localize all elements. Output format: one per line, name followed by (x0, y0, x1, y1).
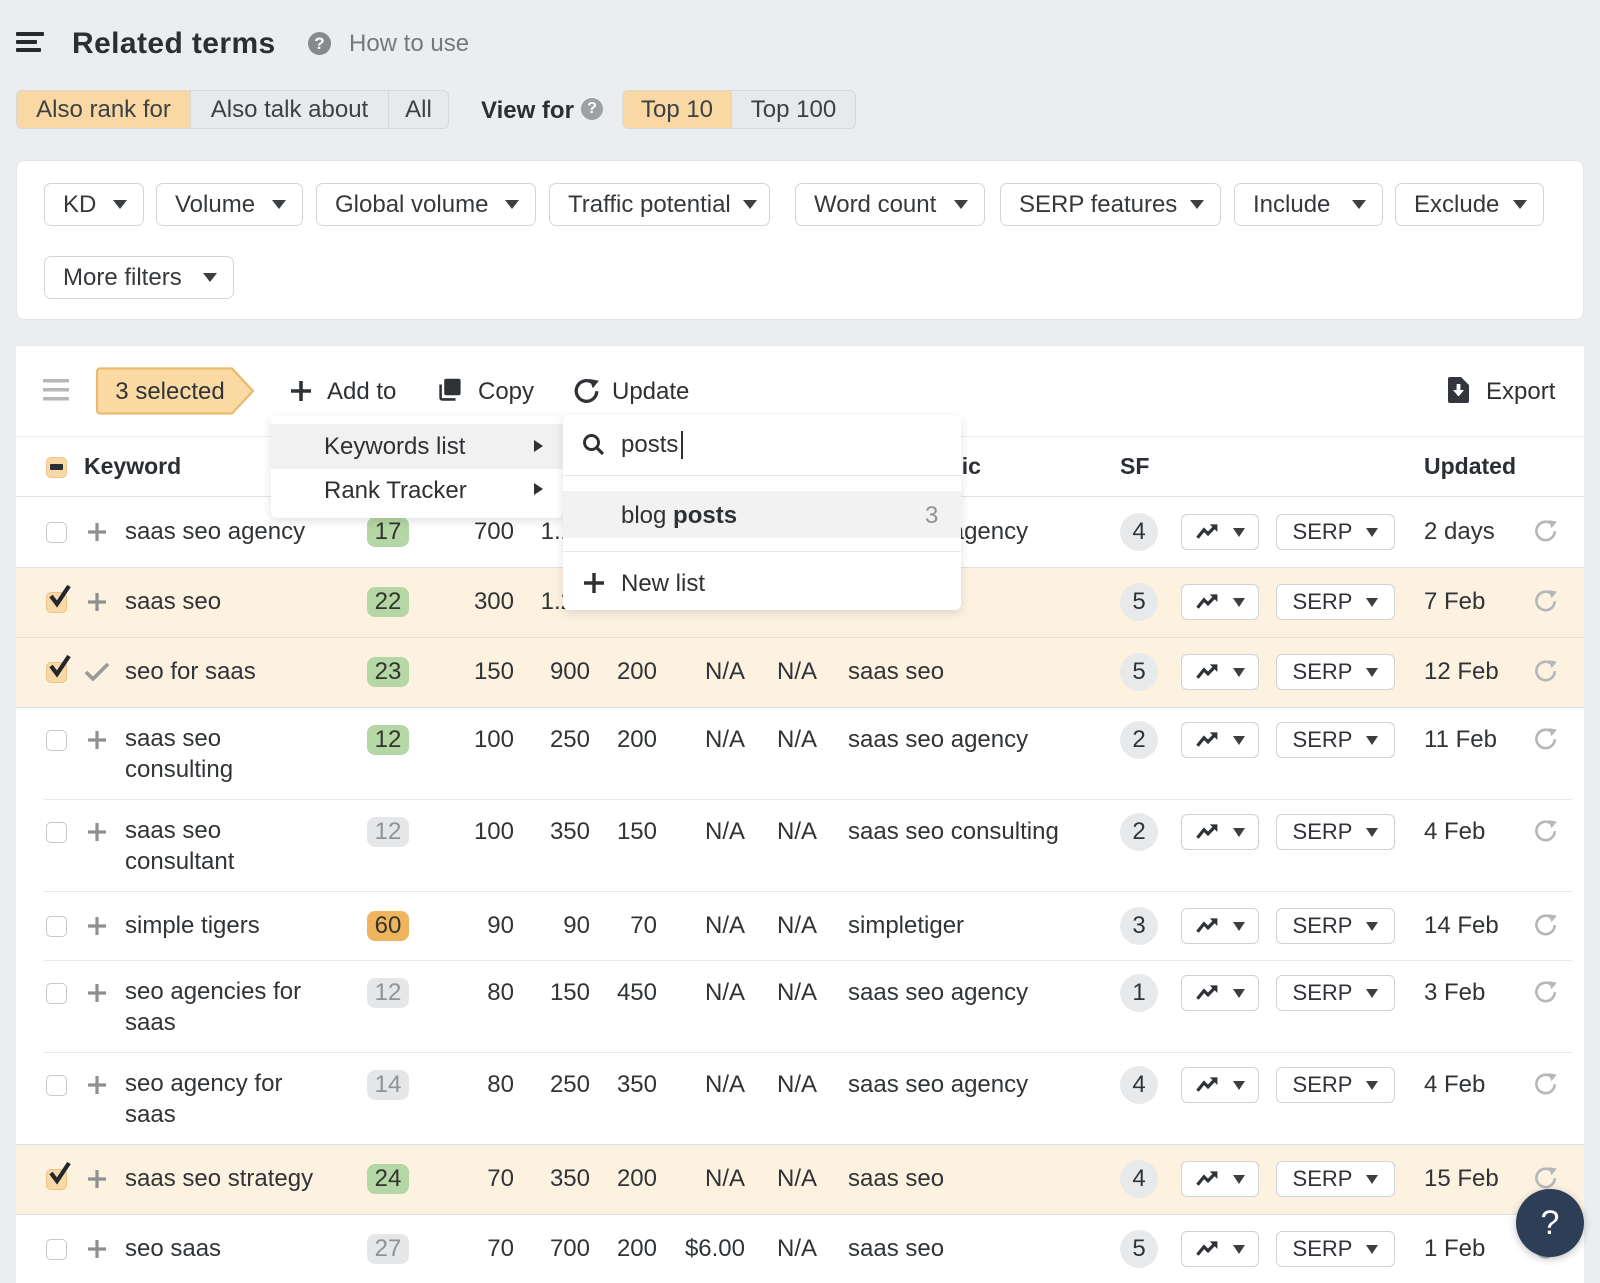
svg-text:3 selected: 3 selected (115, 378, 224, 405)
